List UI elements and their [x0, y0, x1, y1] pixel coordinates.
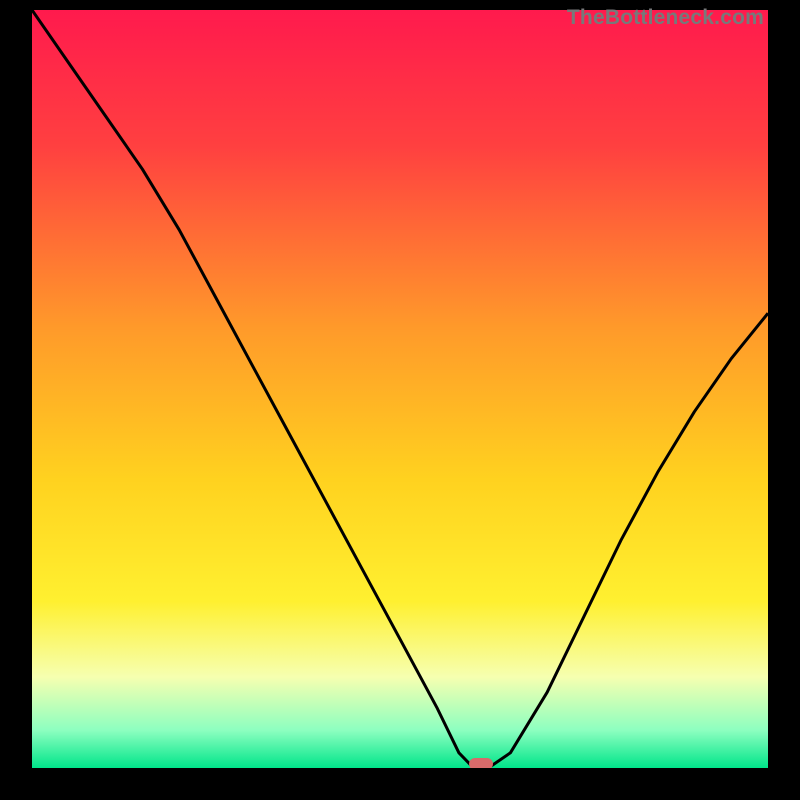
- bottleneck-curve: [32, 10, 768, 768]
- watermark: TheBottleneck.com: [567, 6, 764, 30]
- optimal-marker: [469, 758, 493, 768]
- plot-area: [32, 10, 768, 768]
- chart-frame: TheBottleneck.com: [0, 0, 800, 800]
